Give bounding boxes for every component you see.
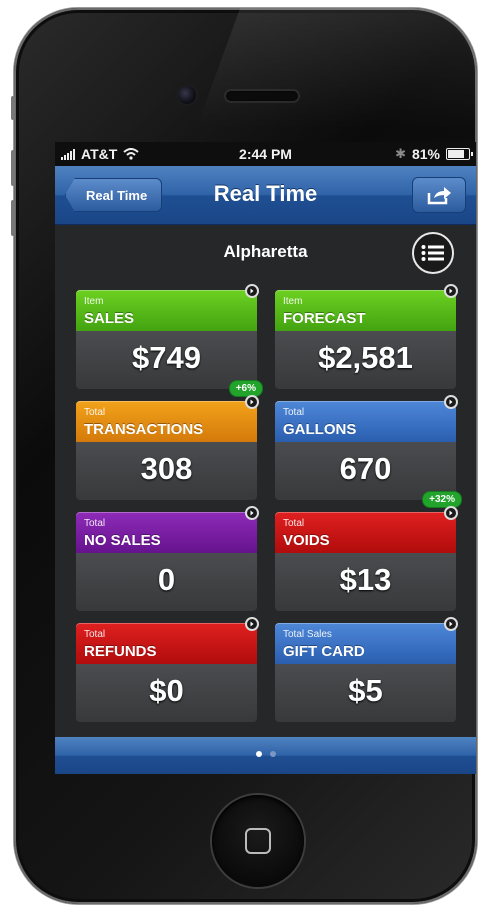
chevron-right-icon[interactable] (245, 395, 259, 409)
card-value: 308 (140, 451, 193, 486)
card-total-gallons[interactable]: Total GALLONS 670 +32% (275, 395, 462, 508)
home-button[interactable] (212, 795, 304, 887)
card-body: 0 (76, 553, 257, 611)
card-value: $2,581 (318, 340, 413, 375)
card-subtitle: Item (84, 296, 104, 307)
card-body: 308 (76, 442, 257, 500)
battery-percent: 81% (411, 146, 440, 162)
phone-frame: AT&T 2:44 PM ✱ 81% Real Time Real Time A… (14, 8, 477, 904)
chevron-right-icon[interactable] (444, 284, 458, 298)
screen: AT&T 2:44 PM ✱ 81% Real Time Real Time A… (55, 142, 476, 774)
status-bar: AT&T 2:44 PM ✱ 81% (55, 142, 476, 166)
card-value: 670 (339, 451, 392, 486)
card-title: FORECAST (283, 310, 366, 327)
card-value: $0 (149, 673, 184, 708)
camera-icon (178, 86, 196, 104)
card-title: SALES (84, 310, 135, 327)
card-title: VOIDS (283, 532, 330, 549)
page-dot-1[interactable] (255, 751, 262, 757)
card-header: Item FORECAST (275, 290, 456, 331)
card-body: $5 (275, 664, 456, 722)
chevron-right-icon[interactable] (444, 395, 458, 409)
card-body: $0 (76, 664, 257, 722)
status-right: ✱ 81% (395, 146, 473, 162)
card-title: TRANSACTIONS (84, 421, 204, 438)
chevron-right-icon[interactable] (444, 617, 458, 631)
page-dot-2[interactable] (269, 751, 276, 757)
home-icon (245, 828, 271, 854)
volume-down-button (11, 200, 15, 236)
page-indicator[interactable] (55, 751, 476, 757)
list-icon (421, 245, 444, 261)
chevron-right-icon[interactable] (245, 617, 259, 631)
change-badge: +6% (228, 380, 263, 397)
card-header: Total NO SALES (76, 512, 257, 553)
card-total-no-sales[interactable]: Total NO SALES 0 (76, 506, 259, 611)
speaker-grille (226, 91, 298, 101)
card-header: Item SALES (76, 290, 257, 331)
card-item-forecast[interactable]: Item FORECAST $2,581 (275, 284, 458, 389)
chevron-right-icon[interactable] (245, 506, 259, 520)
card-title: GALLONS (283, 421, 357, 438)
share-button[interactable] (412, 177, 466, 213)
card-value: 0 (157, 562, 176, 597)
card-total-refunds[interactable]: Total REFUNDS $0 (76, 617, 259, 722)
card-subtitle: Total Sales (283, 629, 332, 640)
card-subtitle: Item (283, 296, 303, 307)
change-badge: +32% (422, 491, 462, 508)
bluetooth-icon: ✱ (395, 146, 406, 161)
card-subtitle: Total (283, 407, 305, 418)
volume-up-button (11, 150, 15, 186)
navigation-bar: Real Time Real Time (55, 166, 476, 225)
share-icon (427, 187, 451, 205)
card-value: $13 (339, 562, 392, 597)
card-value: $5 (348, 673, 383, 708)
card-header: Total VOIDS (275, 512, 456, 553)
card-total-transactions[interactable]: Total TRANSACTIONS 308 (76, 395, 259, 500)
card-header: Total Sales GIFT CARD (275, 623, 456, 664)
card-body: 670 +32% (275, 442, 462, 508)
card-title: NO SALES (84, 532, 161, 549)
battery-icon (446, 148, 473, 160)
card-subtitle: Total (84, 518, 106, 529)
card-header: Total GALLONS (275, 401, 456, 442)
card-header: Total REFUNDS (76, 623, 257, 664)
card-gift-card[interactable]: Total Sales GIFT CARD $5 (275, 617, 458, 722)
card-body: $2,581 (275, 331, 456, 389)
card-item-sales[interactable]: Item SALES $749 +6% (76, 284, 263, 397)
chevron-right-icon[interactable] (245, 284, 259, 298)
card-title: REFUNDS (84, 643, 157, 660)
card-body: $13 (275, 553, 456, 611)
page-control-bar (55, 737, 476, 774)
card-subtitle: Total (84, 407, 106, 418)
card-title: GIFT CARD (283, 643, 365, 660)
card-body: $749 +6% (76, 331, 263, 397)
mute-switch (11, 96, 15, 120)
card-subtitle: Total (283, 518, 305, 529)
card-total-voids[interactable]: Total VOIDS $13 (275, 506, 458, 611)
card-value: $749 (132, 340, 201, 375)
list-button[interactable] (412, 232, 454, 274)
chevron-right-icon[interactable] (444, 506, 458, 520)
card-subtitle: Total (84, 629, 106, 640)
card-header: Total TRANSACTIONS (76, 401, 257, 442)
